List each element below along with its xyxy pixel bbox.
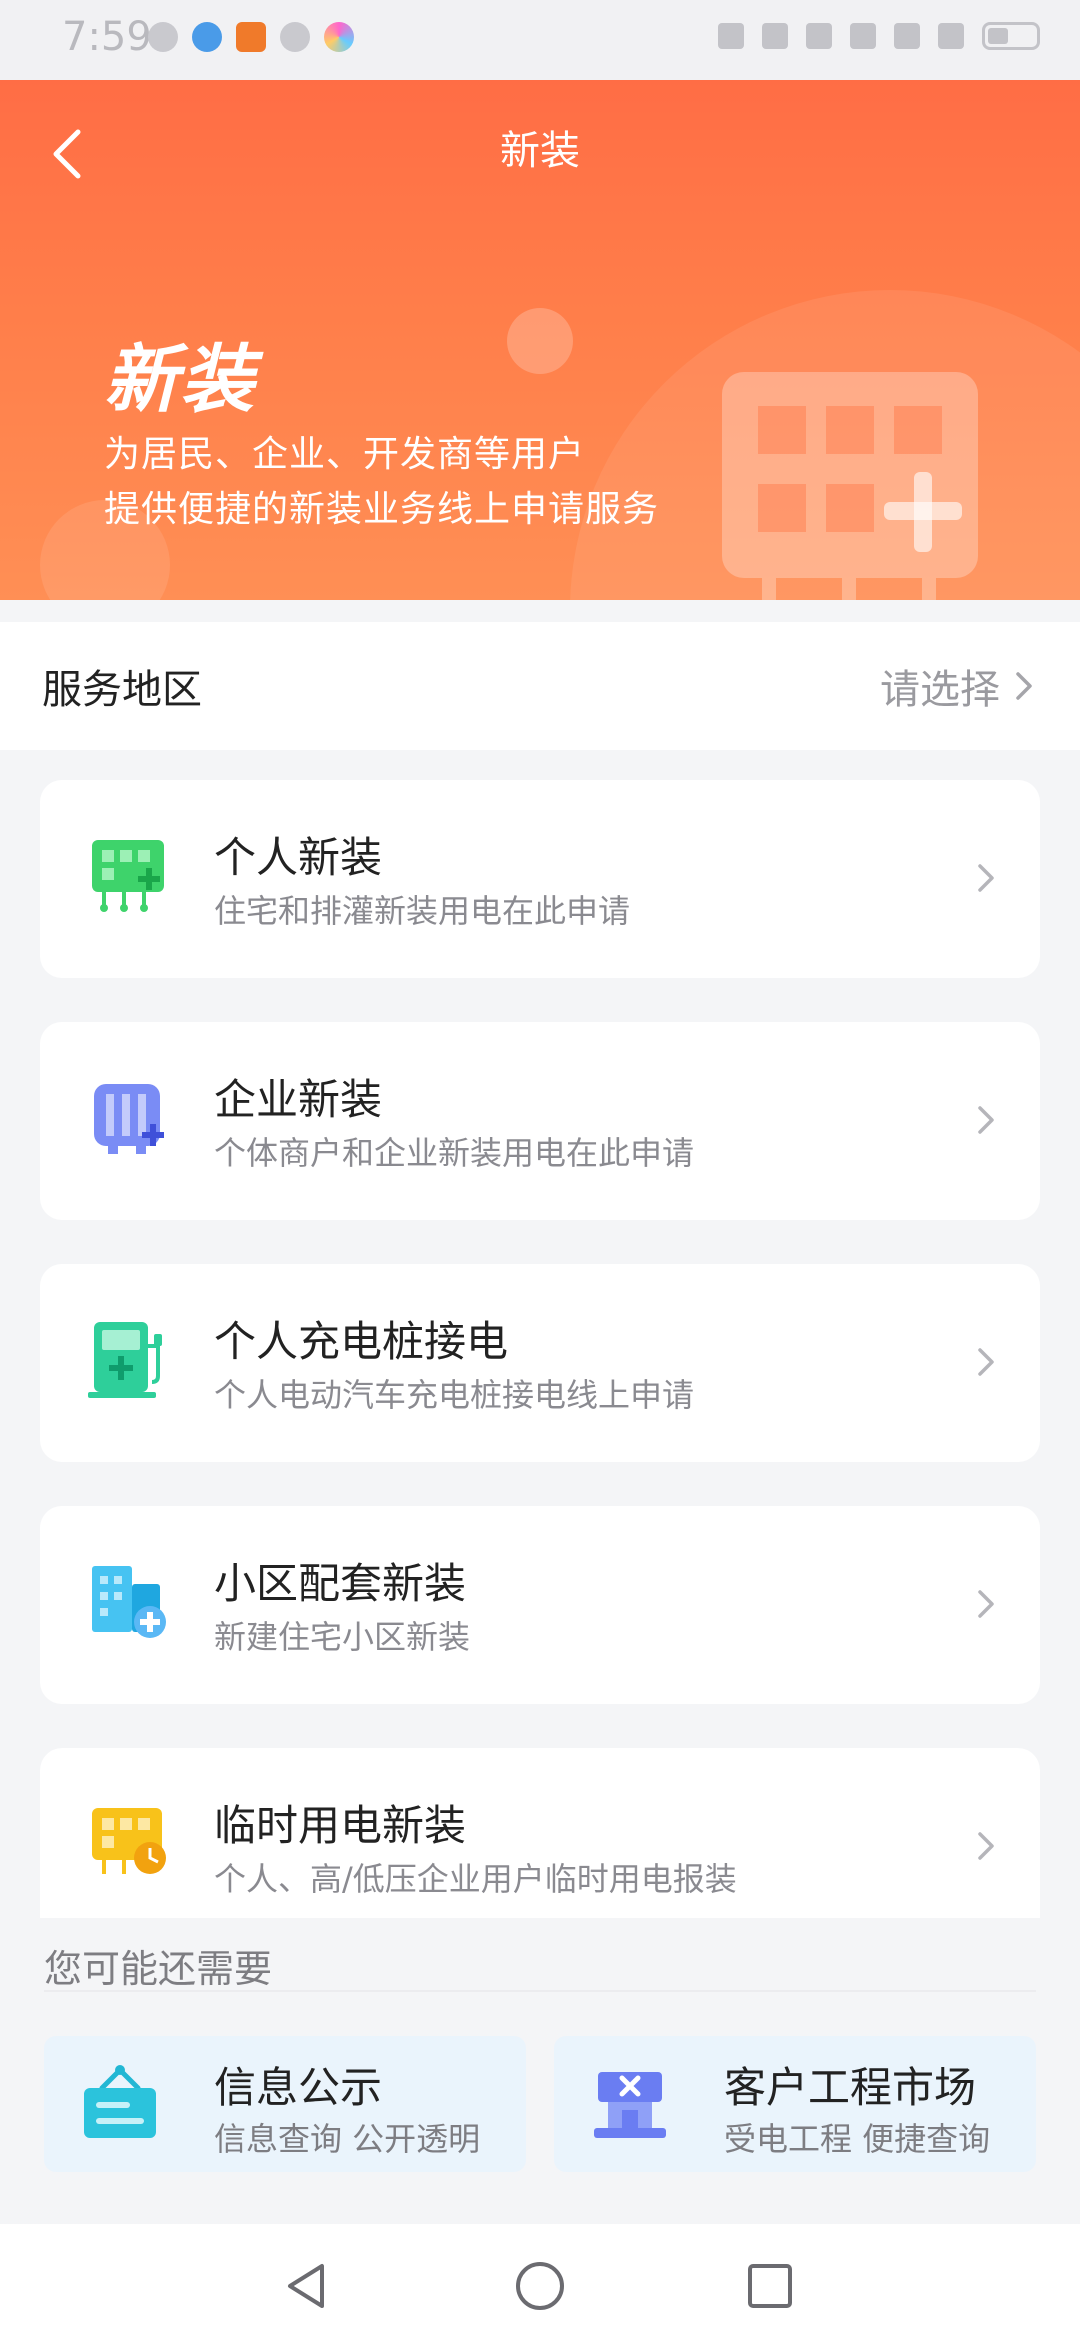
nav-recents-button[interactable] bbox=[742, 2258, 798, 2314]
chevron-right-icon bbox=[1016, 672, 1032, 700]
app-notification-icon bbox=[192, 22, 222, 52]
tile-subtitle: 信息查询 公开透明 bbox=[214, 2120, 481, 2158]
chevron-right-icon bbox=[978, 1348, 994, 1376]
card-title: 个人新装 bbox=[214, 833, 383, 882]
charging-pile-icon bbox=[88, 1322, 162, 1398]
chevron-right-icon bbox=[978, 1832, 994, 1860]
page-title: 新装 bbox=[500, 128, 580, 174]
card-charging-pile[interactable]: 个人充电桩接电 个人电动汽车充电桩接电线上申请 bbox=[40, 1264, 1040, 1462]
card-community-install[interactable]: 小区配套新装 新建住宅小区新装 bbox=[40, 1506, 1040, 1704]
service-region-label: 服务地区 bbox=[42, 667, 202, 713]
taobao-icon bbox=[236, 22, 266, 52]
meter-illustration-icon bbox=[722, 372, 978, 600]
divider bbox=[44, 1990, 1036, 1992]
service-region-value-wrap: 请选择 bbox=[880, 657, 1038, 715]
service-region-value: 请选择 bbox=[880, 667, 1000, 713]
card-subtitle: 新建住宅小区新装 bbox=[214, 1618, 471, 1656]
chevron-right-icon bbox=[978, 1106, 994, 1134]
service-region-selector[interactable]: 服务地区 请选择 bbox=[0, 622, 1080, 750]
decorative-dot bbox=[507, 308, 573, 374]
bluetooth-icon bbox=[762, 23, 788, 49]
square-recents-icon bbox=[748, 2264, 792, 2308]
tile-info-notice[interactable]: 信息公示 信息查询 公开透明 bbox=[44, 2036, 526, 2172]
temporary-meter-icon bbox=[92, 1808, 166, 1874]
card-subtitle: 个人电动汽车充电桩接电线上申请 bbox=[214, 1376, 695, 1414]
card-clip: 临时用电新装 个人、高/低压企业用户临时用电报装 bbox=[40, 1748, 1040, 1918]
hero-subtitle-line1: 为居民、企业、开发商等用户 bbox=[104, 434, 586, 475]
battery-icon bbox=[982, 22, 1040, 50]
card-subtitle: 住宅和排灌新装用电在此申请 bbox=[214, 892, 631, 930]
card-subtitle: 个人、高/低压企业用户临时用电报装 bbox=[214, 1860, 737, 1898]
status-bar: 7:59 bbox=[0, 0, 1080, 80]
section-title-more: 您可能还需要 bbox=[44, 1947, 273, 1991]
hero-title: 新装 bbox=[104, 337, 256, 423]
card-title: 个人充电桩接电 bbox=[214, 1317, 509, 1366]
hero-banner: 新装 新装 为居民、企业、开发商等用户 提供便捷的新装业务线上申请服务 bbox=[0, 80, 1080, 600]
signal-icon bbox=[894, 23, 920, 49]
triangle-back-icon bbox=[288, 2264, 324, 2308]
nav-back-button[interactable] bbox=[280, 2258, 336, 2314]
card-title: 临时用电新装 bbox=[214, 1801, 467, 1850]
system-nav-bar bbox=[0, 2224, 1080, 2340]
mute-icon bbox=[806, 23, 832, 49]
tile-title: 客户工程市场 bbox=[724, 2063, 977, 2112]
card-personal-install[interactable]: 个人新装 住宅和排灌新装用电在此申请 bbox=[40, 780, 1040, 978]
card-title: 企业新装 bbox=[214, 1075, 383, 1124]
enterprise-meter-icon bbox=[94, 1084, 164, 1154]
card-enterprise-install[interactable]: 企业新装 个体商户和企业新装用电在此申请 bbox=[40, 1022, 1040, 1220]
hero-subtitle-line2: 提供便捷的新装业务线上申请服务 bbox=[104, 489, 660, 530]
chevron-right-icon bbox=[978, 1590, 994, 1618]
building-icon bbox=[92, 1566, 166, 1638]
notice-board-icon bbox=[84, 2065, 156, 2138]
nav-home-button[interactable] bbox=[512, 2258, 568, 2314]
system-status-icons bbox=[718, 22, 1040, 50]
chevron-right-icon bbox=[978, 864, 994, 892]
tile-subtitle: 受电工程 便捷查询 bbox=[724, 2120, 991, 2158]
camera-notification-icon bbox=[280, 22, 310, 52]
wifi-icon bbox=[850, 23, 876, 49]
card-temporary-install[interactable]: 临时用电新装 个人、高/低压企业用户临时用电报装 bbox=[40, 1748, 1040, 1918]
photos-icon bbox=[324, 22, 354, 52]
engineering-market-icon bbox=[594, 2072, 666, 2138]
card-subtitle: 个体商户和企业新装用电在此申请 bbox=[214, 1134, 695, 1172]
circle-home-icon bbox=[516, 2262, 564, 2310]
card-title: 小区配套新装 bbox=[214, 1559, 467, 1608]
tile-engineering-market[interactable]: 客户工程市场 受电工程 便捷查询 bbox=[554, 2036, 1036, 2172]
notification-icons bbox=[148, 22, 354, 52]
tile-title: 信息公示 bbox=[214, 2063, 383, 2112]
signal-2g-icon bbox=[938, 23, 964, 49]
status-time: 7:59 bbox=[62, 14, 152, 60]
alarm-icon bbox=[718, 23, 744, 49]
qq-icon bbox=[148, 22, 178, 52]
residential-meter-icon bbox=[92, 840, 164, 912]
